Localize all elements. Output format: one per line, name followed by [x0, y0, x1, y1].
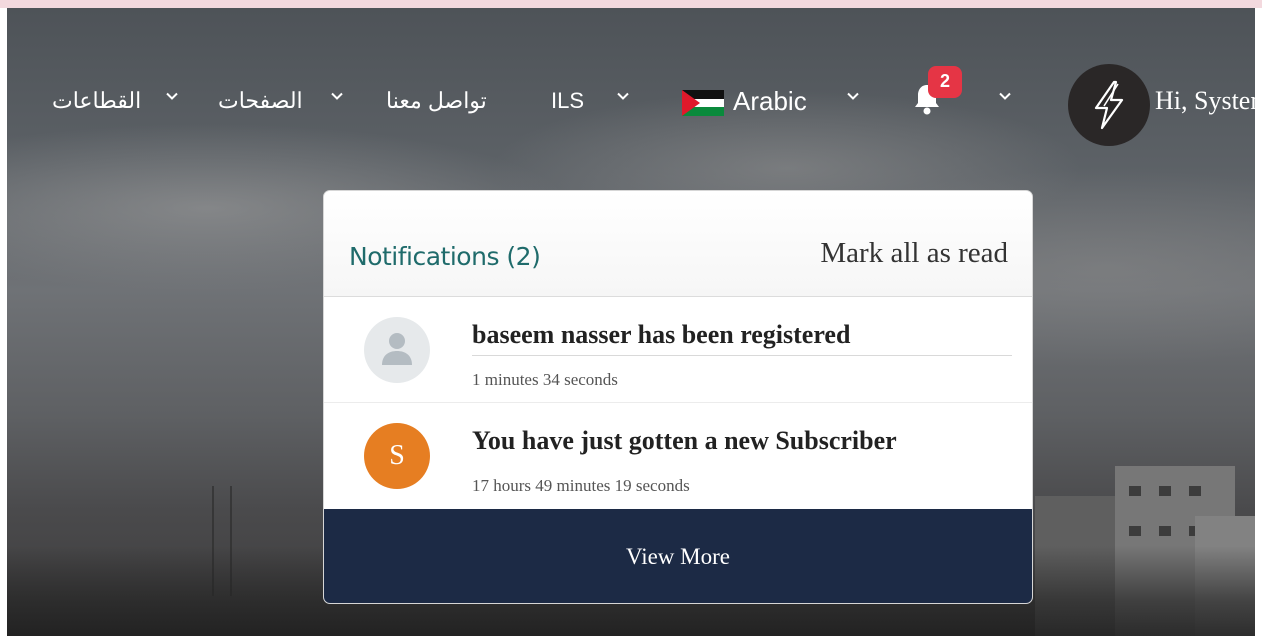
notifications-dropdown: Notifications (2) Mark all as read basee…: [323, 190, 1033, 604]
chevron-down-icon[interactable]: [847, 90, 859, 102]
top-navbar: | القطاعات الصفحات تواصل معنا ILS Arabic…: [0, 60, 1262, 146]
notification-item[interactable]: baseem nasser has been registered 1 minu…: [324, 297, 1032, 403]
nav-item-sectors[interactable]: القطاعات: [52, 86, 141, 116]
user-silhouette-icon: [382, 333, 412, 365]
lightning-bolt-icon: [1094, 80, 1124, 130]
avatar: S: [364, 423, 430, 489]
top-strip: [0, 0, 1262, 8]
notification-title: baseem nasser has been registered: [472, 320, 851, 349]
language-selector[interactable]: Arabic: [733, 86, 807, 116]
user-avatar[interactable]: [1068, 64, 1150, 146]
chevron-down-icon[interactable]: [166, 90, 178, 102]
palestine-flag-icon: [682, 90, 724, 116]
chevron-down-icon[interactable]: [331, 90, 343, 102]
nav-item-pages[interactable]: الصفحات: [218, 86, 303, 116]
window: [1129, 486, 1141, 496]
notification-title: You have just gotten a new Subscriber: [472, 426, 897, 455]
window: [1159, 486, 1171, 496]
window: [1159, 526, 1171, 536]
window: [1129, 526, 1141, 536]
nav-item-contact[interactable]: تواصل معنا: [386, 86, 487, 116]
view-more-button[interactable]: View More: [324, 509, 1032, 603]
notification-time: 1 minutes 34 seconds: [472, 370, 618, 389]
mark-all-read-link[interactable]: Mark all as read: [820, 236, 1008, 270]
divider: [472, 355, 1012, 356]
notification-count-badge: 2: [928, 66, 962, 98]
user-greeting[interactable]: Hi, System: [1155, 86, 1255, 116]
window: [1189, 486, 1201, 496]
notification-time: 17 hours 49 minutes 19 seconds: [472, 476, 690, 495]
chevron-down-icon[interactable]: [617, 90, 629, 102]
currency-selector[interactable]: ILS: [551, 86, 584, 116]
notifications-header: Notifications (2) Mark all as read: [324, 191, 1032, 297]
notifications-title: Notifications (2): [349, 242, 541, 271]
avatar: [364, 317, 430, 383]
notification-item[interactable]: S You have just gotten a new Subscriber …: [324, 403, 1032, 509]
nav-edge-glyph: |: [0, 88, 6, 113]
chevron-down-icon[interactable]: [999, 90, 1011, 102]
